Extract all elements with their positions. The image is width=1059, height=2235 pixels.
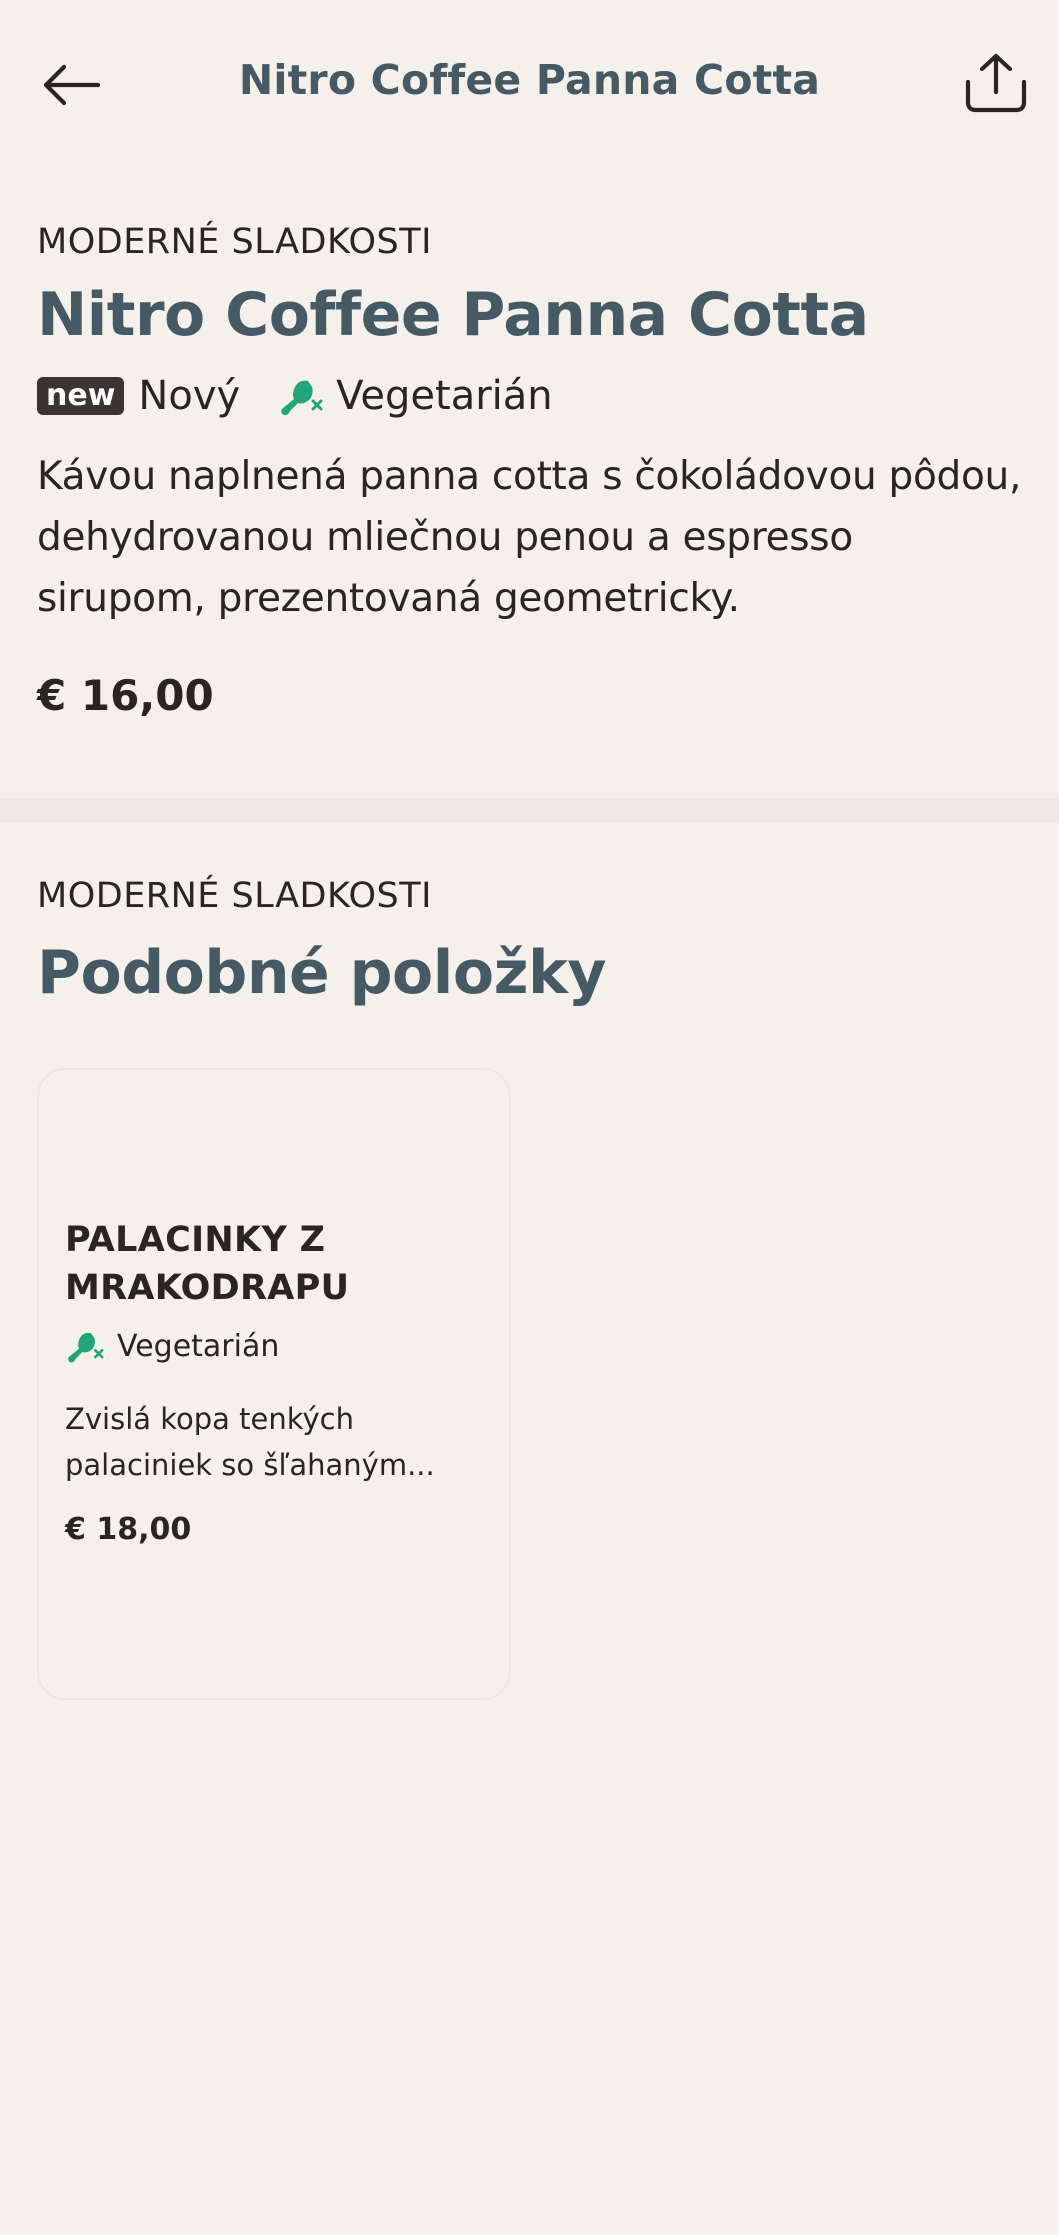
card-tags: Vegetarián	[65, 1326, 495, 1366]
card-description: Zvislá kopa tenkých palaciniek so šľahan…	[65, 1402, 435, 1482]
page: Nitro Coffee Panna Cotta MODERNÉ SLADKOS…	[0, 0, 1059, 2235]
similar-item-card[interactable]: PALACINKY Z MRAKODRAPU Vegetarián Zvislá…	[37, 1068, 511, 1700]
back-button[interactable]	[28, 42, 114, 128]
vegetarian-label: Vegetarián	[336, 373, 553, 419]
product-title: Nitro Coffee Panna Cotta	[37, 280, 869, 350]
product-category: MODERNÉ SLADKOSTI	[37, 222, 432, 262]
vegetarian-icon	[68, 1332, 104, 1363]
card-vegetarian-label: Vegetarián	[117, 1328, 280, 1364]
share-icon	[965, 53, 1027, 113]
card-title: PALACINKY Z MRAKODRAPU	[65, 1220, 350, 1308]
product-price: € 16,00	[37, 671, 214, 720]
section-divider	[0, 798, 1059, 822]
card-content: PALACINKY Z MRAKODRAPU Vegetarián Zvislá…	[65, 1216, 495, 1547]
product-description: Kávou naplnená panna cotta s čokoládovou…	[37, 454, 1022, 621]
similar-title: Podobné položky	[37, 938, 607, 1008]
product-detail: MODERNÉ SLADKOSTI Nitro Coffee Panna Cot…	[37, 222, 1027, 720]
card-price: € 18,00	[65, 1512, 192, 1547]
arrow-left-icon	[43, 64, 101, 106]
share-button[interactable]	[953, 40, 1039, 126]
new-badge: new	[37, 377, 125, 415]
product-tags: new Nový Vegetarián	[37, 372, 1027, 420]
similar-category: MODERNÉ SLADKOSTI	[37, 876, 432, 916]
top-bar: Nitro Coffee Panna Cotta	[0, 0, 1059, 170]
similar-items-section: MODERNÉ SLADKOSTI Podobné položky	[37, 876, 1027, 1008]
header-title: Nitro Coffee Panna Cotta	[238, 56, 821, 104]
new-label: Nový	[138, 373, 241, 419]
vegetarian-icon	[281, 380, 323, 416]
